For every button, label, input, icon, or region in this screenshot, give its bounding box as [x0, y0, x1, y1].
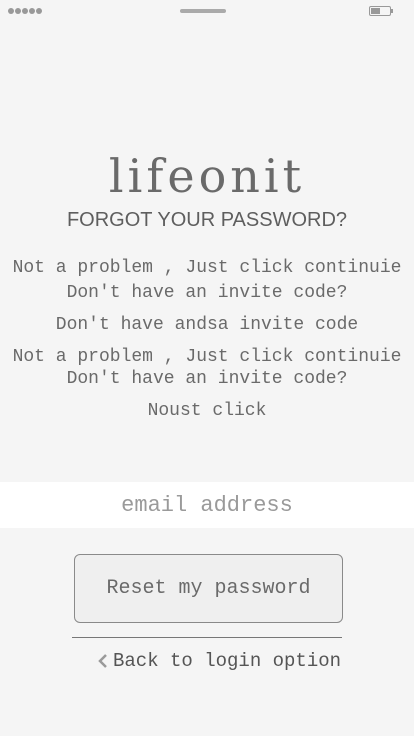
info-text-line: Not a problem , Just click continuie: [12, 258, 402, 278]
app-logo: lifeonit: [108, 149, 306, 203]
info-text-line: Don't have an invite code?: [66, 283, 348, 303]
reset-password-button[interactable]: Reset my password: [74, 554, 343, 623]
email-field-container: [0, 482, 414, 528]
page-title: FORGOT YOUR PASSWORD?: [66, 209, 348, 231]
status-bar: [0, 0, 414, 22]
email-field[interactable]: [0, 482, 414, 528]
chevron-left-icon: [98, 654, 107, 668]
signal-strength-icon: [8, 8, 42, 14]
forgot-password-screen: lifeonit FORGOT YOUR PASSWORD? Not a pro…: [0, 0, 414, 736]
info-text-line: Not a problem , Just click continuie: [12, 347, 402, 367]
info-text-line: Don't have andsa invite code: [55, 315, 359, 335]
divider: [72, 637, 342, 638]
info-text-line: Noust click: [147, 401, 267, 421]
back-to-login-link[interactable]: Back to login option: [96, 648, 341, 674]
battery-icon: [369, 6, 393, 16]
back-to-login-label: Back to login option: [113, 650, 342, 672]
info-text-line: Don't have an invite code?: [66, 369, 348, 389]
reset-password-button-label: Reset my password: [106, 577, 311, 600]
notch-indicator: [180, 9, 226, 13]
